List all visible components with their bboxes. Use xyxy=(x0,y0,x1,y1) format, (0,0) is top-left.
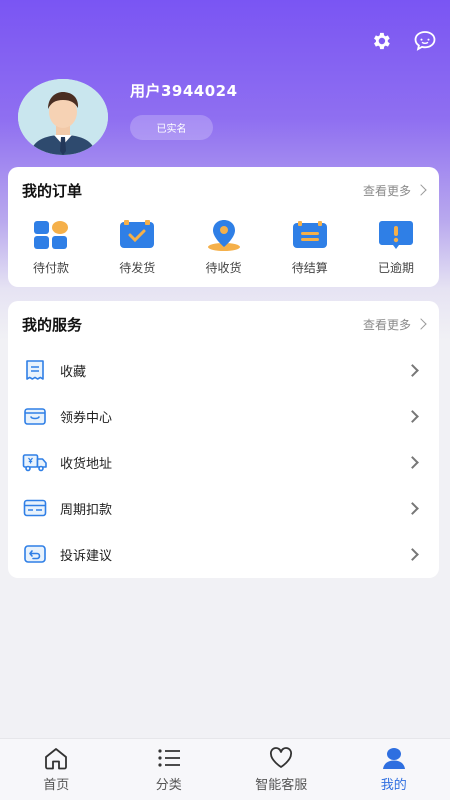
service-item-label: 周期扣款 xyxy=(60,502,113,518)
tab-smart-service[interactable]: 智能客服 xyxy=(225,739,338,800)
tab-mine[interactable]: 我的 xyxy=(338,739,450,800)
tab-label: 首页 xyxy=(43,778,70,793)
orders-more-label: 查看更多 xyxy=(362,183,411,198)
service-item-label: 领券中心 xyxy=(60,410,113,426)
service-item-feedback[interactable]: 投诉建议 xyxy=(8,531,439,577)
chevron-right-icon xyxy=(415,318,427,330)
service-item-label: 收藏 xyxy=(60,364,87,380)
chevron-right-icon xyxy=(406,455,419,469)
top-actions xyxy=(368,28,438,54)
order-item-label: 待付款 xyxy=(32,261,69,275)
service-item-label: 投诉建议 xyxy=(60,548,113,564)
services-header: 我的服务 查看更多 xyxy=(8,301,439,347)
service-item-periodic-deduction[interactable]: 周期扣款 xyxy=(8,485,439,531)
orders-title: 我的订单 xyxy=(22,181,83,200)
tab-home[interactable]: 首页 xyxy=(0,739,113,800)
user-icon xyxy=(380,746,408,770)
chevron-right-icon xyxy=(406,501,419,515)
service-item-favorites[interactable]: 收藏 xyxy=(8,347,439,393)
chevron-right-icon xyxy=(406,409,419,423)
card-icon xyxy=(22,496,48,520)
orders-card: 我的订单 查看更多 待付款 待发货 待收货 待结算 已逾期 xyxy=(8,167,439,287)
tab-category[interactable]: 分类 xyxy=(113,739,226,800)
list-icon xyxy=(155,746,183,770)
verify-status-badge[interactable]: 已实名 xyxy=(130,115,213,140)
order-overdue[interactable]: 已逾期 xyxy=(361,217,431,276)
order-pending-payment[interactable]: 待付款 xyxy=(16,217,86,276)
order-pending-receipt[interactable]: 待收货 xyxy=(189,217,259,276)
check-box-icon xyxy=(117,217,157,253)
services-card: 我的服务 查看更多 收藏 领券中心 收货地址 周期扣款 投诉建议 xyxy=(8,301,439,578)
username: 用户3944024 xyxy=(130,82,238,100)
orders-header: 我的订单 查看更多 xyxy=(8,167,439,213)
tab-label: 我的 xyxy=(380,778,407,793)
avatar[interactable] xyxy=(18,79,108,155)
services-more-label: 查看更多 xyxy=(362,317,411,332)
tab-label: 智能客服 xyxy=(255,778,308,793)
order-status-row: 待付款 待发货 待收货 待结算 已逾期 xyxy=(8,217,439,276)
list-card-icon xyxy=(290,217,330,253)
order-item-label: 待结算 xyxy=(291,261,328,275)
chevron-right-icon xyxy=(415,184,427,196)
tab-label: 分类 xyxy=(155,778,182,793)
services-list: 收藏 领券中心 收货地址 周期扣款 投诉建议 xyxy=(8,347,439,577)
location-pin-icon xyxy=(204,217,244,253)
alert-bubble-icon xyxy=(376,217,416,253)
service-item-label: 收货地址 xyxy=(60,456,113,472)
services-more-link[interactable]: 查看更多 xyxy=(362,316,427,333)
order-item-label: 待收货 xyxy=(205,261,242,275)
services-title: 我的服务 xyxy=(22,315,83,334)
feedback-icon xyxy=(22,542,48,566)
service-item-address[interactable]: 收货地址 xyxy=(8,439,439,485)
receipt-icon xyxy=(22,358,48,382)
chevron-right-icon xyxy=(406,363,419,377)
order-pending-settlement[interactable]: 待结算 xyxy=(275,217,345,276)
order-item-label: 待发货 xyxy=(119,261,156,275)
order-pending-shipment[interactable]: 待发货 xyxy=(102,217,172,276)
chat-bubble-icon[interactable] xyxy=(412,28,438,54)
heart-icon xyxy=(267,746,295,770)
chevron-right-icon xyxy=(406,547,419,561)
service-item-coupon-center[interactable]: 领券中心 xyxy=(8,393,439,439)
grid-blocks-icon xyxy=(31,217,71,253)
gear-icon[interactable] xyxy=(368,28,394,54)
delivery-truck-icon xyxy=(22,450,48,474)
home-icon xyxy=(42,746,70,770)
order-item-label: 已逾期 xyxy=(377,261,414,275)
coupon-icon xyxy=(22,404,48,428)
bottom-tab-bar: 首页 分类 智能客服 我的 xyxy=(0,738,450,800)
orders-more-link[interactable]: 查看更多 xyxy=(362,182,427,199)
